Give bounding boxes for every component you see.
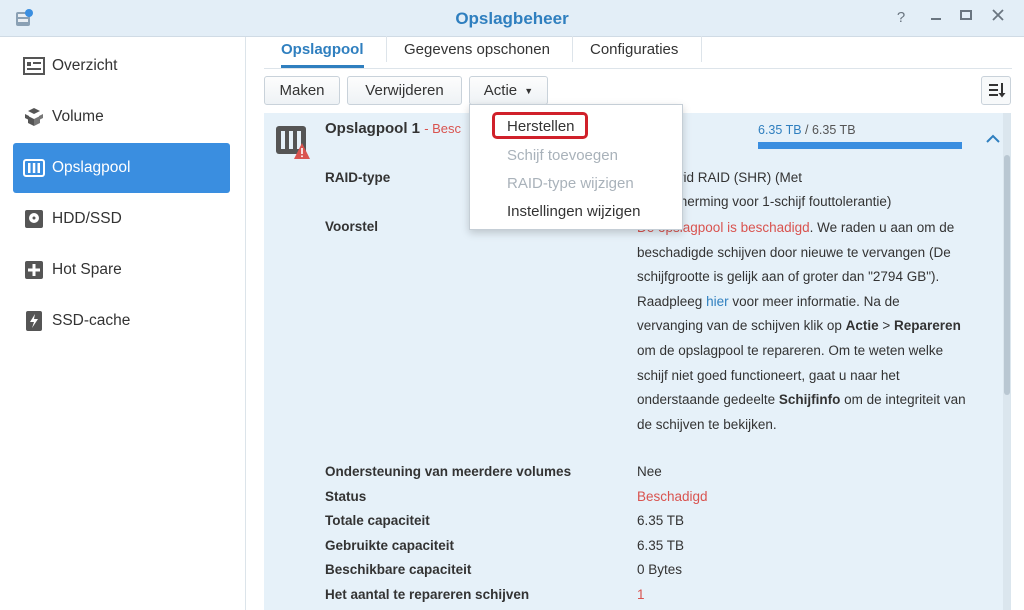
sidebar-item-hot-spare[interactable]: Hot Spare [13,245,230,295]
storage-pool-icon [22,156,46,180]
capacity-text: 6.35 TB / 6.35 TB [758,123,856,137]
window-title: Opslagbeheer [455,9,569,28]
capacity-total: 6.35 TB [811,123,856,137]
sort-icon [989,83,1006,98]
status-value: Beschadigd [637,489,708,504]
maximize-button[interactable] [956,8,976,28]
overview-icon [22,54,46,78]
sort-button[interactable] [981,76,1011,105]
delete-button[interactable]: Verwijderen [347,76,462,105]
suggestion-text: De opslagpool is beschadigd. We raden u … [637,216,967,437]
storage-pool-warning-icon [276,126,310,159]
suggestion-bold-action: Actie [845,318,879,334]
capacity-bar [758,142,962,149]
tab-divider [701,36,702,62]
multi-volume-label: Ondersteuning van meerdere volumes [325,464,572,479]
sidebar-item-hdd-ssd[interactable]: HDD/SSD [13,194,230,244]
sidebar-item-label: HDD/SSD [52,210,122,227]
disks-to-repair-value: 1 [637,587,645,602]
close-icon [992,9,1004,21]
close-button[interactable] [988,8,1008,28]
menu-item-add-disk[interactable]: Schijf toevoegen [507,147,618,164]
minimize-button[interactable] [926,8,946,28]
sidebar-item-volume[interactable]: Volume [13,92,230,142]
caret-down-icon: ▼ [524,85,534,96]
collapse-chevron-icon[interactable] [985,132,1001,146]
action-dropdown-button[interactable]: Actie ▼ [469,76,548,105]
scrollbar-thumb[interactable] [1004,155,1010,395]
sidebar-item-label: SSD-cache [52,312,131,329]
create-button[interactable]: Maken [264,76,340,105]
tab-configurations[interactable]: Configuraties [590,41,678,66]
pool-name: Opslagpool 1 [325,120,421,137]
tab-divider [386,36,387,62]
menu-item-change-settings[interactable]: Instellingen wijzigen [507,203,640,220]
status-label: Status [325,489,367,504]
pool-title: Opslagpool 1 - Besc [325,120,461,137]
sidebar-item-ssd-cache[interactable]: SSD-cache [13,296,230,346]
capacity-separator: / [801,123,812,137]
disks-to-repair-label: Het aantal te repareren schijven [325,587,530,602]
sidebar-item-storage-pool[interactable]: Opslagpool [13,143,230,193]
ssd-cache-icon [22,309,46,333]
suggestion-text-part: > [878,318,895,334]
highlight-box [492,112,588,139]
suggestion-bold-repair: Repareren [894,318,961,334]
suggestion-bold-diskinfo: Schijfinfo [778,392,841,408]
multi-volume-value: Nee [637,464,662,479]
available-capacity-label: Beschikbare capaciteit [325,562,472,577]
sidebar-item-label: Hot Spare [52,261,122,278]
tab-storage-pool[interactable]: Opslagpool [281,41,364,68]
hot-spare-icon [22,258,46,282]
help-button[interactable]: ? [891,8,911,28]
help-link[interactable]: hier [706,294,729,309]
tab-divider [572,36,573,62]
sidebar-item-label: Opslagpool [52,159,131,176]
total-capacity-value: 6.35 TB [637,513,685,528]
tab-bar: Opslagpool Gegevens opschonen Configurat… [264,36,1012,69]
title-bar: Opslagbeheer ? [0,0,1024,37]
minimize-icon [931,18,941,20]
available-capacity-value: 0 Bytes [637,562,683,577]
sidebar-item-overview[interactable]: Overzicht [13,41,230,91]
pool-status-text: - Besc [424,121,462,136]
volume-icon [22,105,46,129]
capacity-used: 6.35 TB [758,123,802,137]
hdd-icon [22,207,46,231]
menu-item-change-raid-type[interactable]: RAID-type wijzigen [507,175,634,192]
maximize-icon [960,10,972,20]
sidebar-item-label: Overzicht [52,57,118,74]
action-button-label: Actie [483,82,518,99]
sidebar-item-label: Volume [52,108,104,125]
used-capacity-value: 6.35 TB [637,538,685,553]
total-capacity-label: Totale capaciteit [325,513,430,528]
used-capacity-label: Gebruikte capaciteit [325,538,455,553]
raid-type-label: RAID-type [325,170,391,185]
tab-data-scrubbing[interactable]: Gegevens opschonen [404,41,550,66]
suggestion-label: Voorstel [325,219,379,234]
